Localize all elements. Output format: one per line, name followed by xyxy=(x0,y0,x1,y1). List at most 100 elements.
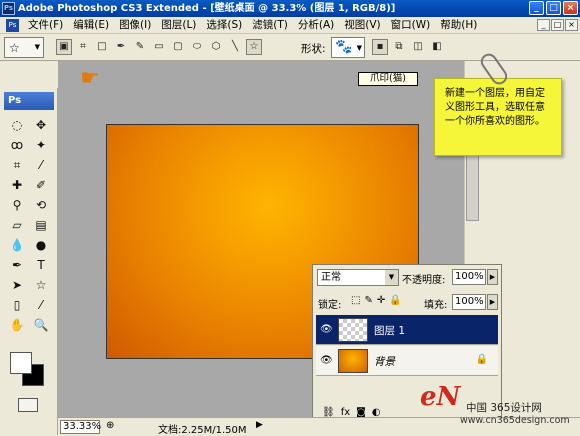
chevron-down-icon: ▼ xyxy=(385,270,398,285)
layer-thumbnail xyxy=(338,349,368,373)
lasso-icon[interactable]: ꝏ xyxy=(5,136,29,154)
brush-icon[interactable]: ✐ xyxy=(29,176,53,194)
menu-view[interactable]: 视图(V) xyxy=(339,17,385,34)
notes-icon[interactable]: ▯ xyxy=(5,296,29,314)
pen-tool-icon[interactable]: ✒ xyxy=(5,256,29,274)
watermark-logo: eN xyxy=(420,382,461,412)
pen-icon[interactable]: ✒ xyxy=(113,39,129,55)
hand-icon[interactable]: ✋ xyxy=(5,316,29,334)
shape-layers-icon[interactable]: ▣ xyxy=(56,39,72,55)
watermark-url: www.cn365design.com xyxy=(460,415,570,426)
adjustment-layer-icon[interactable]: ◐ xyxy=(372,407,381,418)
layer-mask-icon[interactable]: ◙ xyxy=(356,407,366,418)
layer-style-icon[interactable]: fx xyxy=(341,407,350,418)
chevron-down-icon: ▼ xyxy=(34,43,40,51)
close-button[interactable]: × xyxy=(563,1,578,15)
window-title: Adobe Photoshop CS3 Extended - [壁纸桌面 @ 3… xyxy=(18,3,396,14)
maximize-button[interactable]: □ xyxy=(546,1,561,15)
marquee-icon[interactable]: ◌ xyxy=(5,116,29,134)
blend-mode-select[interactable]: 正常 ▼ xyxy=(317,269,399,286)
color-sampler-icon[interactable]: ⁄ xyxy=(29,296,53,314)
menu-image[interactable]: 图像(I) xyxy=(114,17,156,34)
magic-wand-icon[interactable]: ✦ xyxy=(29,136,53,154)
toolbox: Ps ◌ ✥ ꝏ ✦ ⌗ ⁄ ✚ ✐ ⚲ ⟲ ▱ ▤ 💧 ● ✒ T ➤ ☆ ▯… xyxy=(0,88,58,435)
new-shape-icon[interactable]: ▪ xyxy=(372,39,388,55)
paths-icon[interactable]: ⌗ xyxy=(75,39,91,55)
visibility-eye-icon[interactable]: 👁 xyxy=(320,355,333,366)
subtract-shape-icon[interactable]: ◫ xyxy=(410,39,426,55)
fill-slider-arrow[interactable]: ▶ xyxy=(487,294,498,310)
freeform-pen-icon[interactable]: ✎ xyxy=(132,39,148,55)
rectangle-icon[interactable]: ▭ xyxy=(151,39,167,55)
opacity-slider-arrow[interactable]: ▶ xyxy=(487,269,498,285)
custom-shape-icon: ☆ xyxy=(9,41,20,55)
doc-close-button[interactable]: × xyxy=(565,19,578,31)
menu-layer[interactable]: 图层(L) xyxy=(156,17,201,34)
visibility-eye-icon[interactable]: 👁 xyxy=(320,324,333,335)
ps-menu-icon[interactable]: Ps xyxy=(6,18,19,32)
gradient-icon[interactable]: ▤ xyxy=(29,216,53,234)
type-icon[interactable]: T xyxy=(29,256,53,274)
lock-position-icon[interactable]: ✛ xyxy=(377,295,385,306)
custom-shape-tool-icon[interactable]: ☆ xyxy=(246,39,262,55)
lock-transparency-icon[interactable]: ⬚ xyxy=(351,295,360,306)
layer-row-background[interactable]: 👁 背景 🔒 xyxy=(316,346,498,376)
intersect-shape-icon[interactable]: ◧ xyxy=(429,39,445,55)
toolbox-header: Ps xyxy=(4,92,54,110)
doc-minimize-button[interactable]: _ xyxy=(537,19,550,31)
quick-mask-button[interactable] xyxy=(18,398,38,412)
lock-icons: ⬚ ✎ ✛ 🔒 xyxy=(351,295,402,306)
ellipse-icon[interactable]: ⬭ xyxy=(189,39,205,55)
opacity-field[interactable]: 100% xyxy=(452,269,486,285)
status-info-icon[interactable]: ⊕ xyxy=(106,420,114,431)
status-menu-arrow[interactable]: ▶ xyxy=(256,420,263,430)
move-icon[interactable]: ✥ xyxy=(29,116,53,134)
layer-name: 背景 xyxy=(374,356,395,368)
tool-grid: ◌ ✥ ꝏ ✦ ⌗ ⁄ ✚ ✐ ⚲ ⟲ ▱ ▤ 💧 ● ✒ T ➤ ☆ ▯ ⁄ … xyxy=(5,116,53,334)
crop-icon[interactable]: ⌗ xyxy=(5,156,29,174)
fill-field[interactable]: 100% xyxy=(452,294,486,310)
tool-preset-picker[interactable]: ☆ ▼ xyxy=(4,37,44,58)
menu-help[interactable]: 帮助(H) xyxy=(435,17,482,34)
shape-tool-icon[interactable]: ☆ xyxy=(29,276,53,294)
rounded-rectangle-icon[interactable]: ▢ xyxy=(170,39,186,55)
menu-analysis[interactable]: 分析(A) xyxy=(293,17,339,34)
add-shape-icon[interactable]: ⧉ xyxy=(391,39,407,55)
polygon-icon[interactable]: ⬡ xyxy=(208,39,224,55)
shape-label: 形状: xyxy=(301,43,326,55)
healing-brush-icon[interactable]: ✚ xyxy=(5,176,29,194)
app-icon: Ps xyxy=(2,2,15,15)
fill-pixels-icon[interactable]: □ xyxy=(94,39,110,55)
clone-stamp-icon[interactable]: ⚲ xyxy=(5,196,29,214)
doc-restore-button[interactable]: □ xyxy=(551,19,564,31)
shape-mode-tools: ▣ ⌗ □ ✒ ✎ ▭ ▢ ⬭ ⬡ ╲ ☆ xyxy=(56,39,262,55)
menu-window[interactable]: 窗口(W) xyxy=(386,17,436,34)
path-selection-icon[interactable]: ➤ xyxy=(5,276,29,294)
menu-filter[interactable]: 滤镜(T) xyxy=(247,17,293,34)
zoom-field[interactable]: 33.33% xyxy=(60,420,101,434)
menu-edit[interactable]: 编辑(E) xyxy=(68,17,114,34)
layer-thumbnail xyxy=(338,318,368,342)
title-bar: Ps Adobe Photoshop CS3 Extended - [壁纸桌面 … xyxy=(0,0,580,17)
eyedropper-icon[interactable]: ⁄ xyxy=(29,156,53,174)
link-layers-icon[interactable]: ⛓ xyxy=(322,407,335,418)
dodge-icon[interactable]: ● xyxy=(29,236,53,254)
eraser-icon[interactable]: ▱ xyxy=(5,216,29,234)
shape-picker[interactable]: 🐾 ▼ xyxy=(331,37,365,58)
fill-label: 填充: xyxy=(424,300,448,311)
zoom-icon[interactable]: 🔍 xyxy=(29,316,53,334)
combine-mode-icons: ▪ ⧉ ◫ ◧ xyxy=(372,39,445,55)
document-controls: _ □ × xyxy=(537,19,578,31)
line-icon[interactable]: ╲ xyxy=(227,39,243,55)
history-brush-icon[interactable]: ⟲ xyxy=(29,196,53,214)
menu-select[interactable]: 选择(S) xyxy=(201,17,247,34)
menu-file[interactable]: 文件(F) xyxy=(23,17,68,34)
lock-pixels-icon[interactable]: ✎ xyxy=(364,295,372,306)
foreground-color-swatch[interactable] xyxy=(10,352,32,374)
lock-icon: 🔒 xyxy=(475,354,488,365)
lock-all-icon[interactable]: 🔒 xyxy=(389,295,401,306)
blur-icon[interactable]: 💧 xyxy=(5,236,29,254)
minimize-button[interactable]: _ xyxy=(529,1,544,15)
layer-row-layer1[interactable]: 👁 图层 1 xyxy=(316,315,498,345)
menu-bar: Ps 文件(F) 编辑(E) 图像(I) 图层(L) 选择(S) 滤镜(T) 分… xyxy=(0,17,580,34)
